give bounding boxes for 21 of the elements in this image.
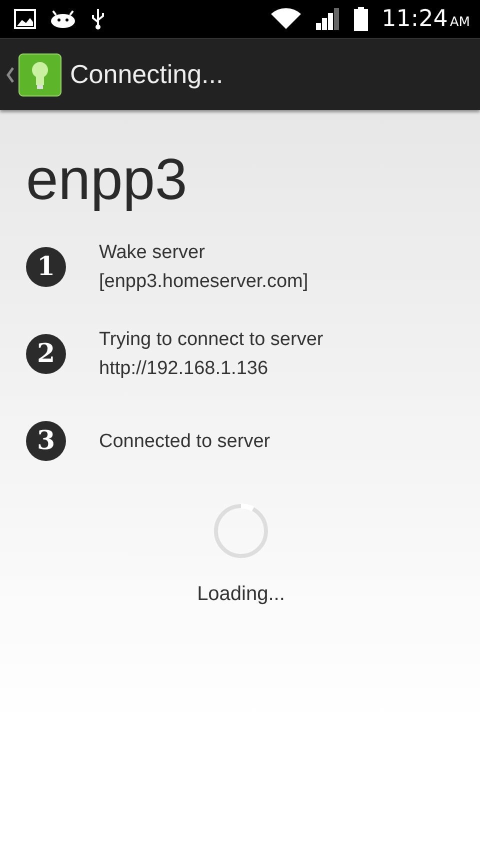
step-number: 1 bbox=[26, 247, 66, 287]
loading-spinner bbox=[213, 503, 269, 559]
step-text: Trying to connect to server bbox=[99, 328, 324, 352]
step-number: 3 bbox=[26, 421, 66, 461]
wifi-icon bbox=[270, 8, 302, 30]
image-icon bbox=[14, 9, 36, 29]
android-icon bbox=[50, 10, 76, 28]
usb-icon bbox=[90, 8, 106, 30]
server-name: enpp3 bbox=[26, 146, 188, 214]
lightbulb-app-icon[interactable] bbox=[18, 52, 62, 96]
battery-icon bbox=[354, 7, 368, 31]
step-text: [enpp3.homeserver.com] bbox=[99, 270, 308, 294]
signal-icon bbox=[316, 8, 340, 30]
step-text: Connected to server bbox=[99, 430, 270, 454]
step-text: http://192.168.1.136 bbox=[99, 357, 270, 381]
clock: 11:24 AM bbox=[382, 6, 470, 32]
step-text: Wake server bbox=[99, 241, 206, 265]
back-icon[interactable] bbox=[6, 66, 14, 82]
screen-title: Connecting... bbox=[70, 59, 224, 90]
step-number: 2 bbox=[26, 334, 66, 374]
loading-label: Loading... bbox=[197, 583, 285, 606]
